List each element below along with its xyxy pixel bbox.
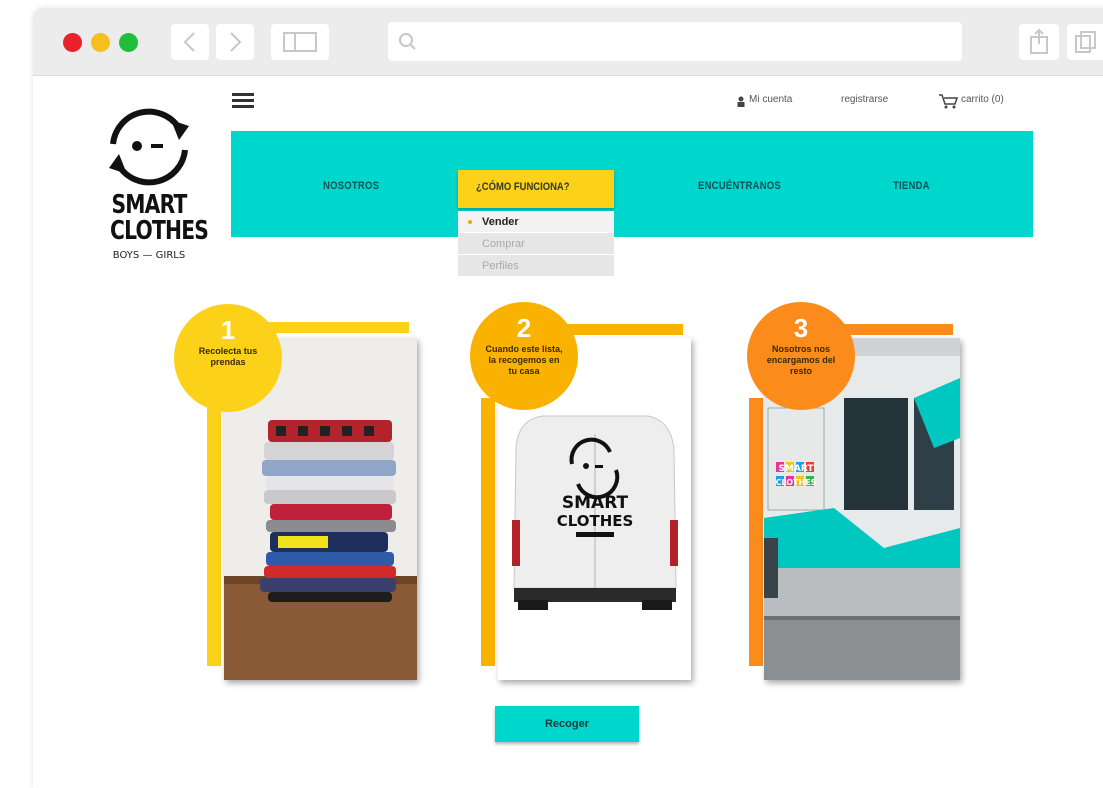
cart-link[interactable]: carrito (0) xyxy=(961,94,1004,105)
user-icon xyxy=(737,96,745,107)
step-badge-2: 2 Cuando este lista, la recogemos en tu … xyxy=(470,302,578,410)
dropdown-item-vender[interactable]: Vender xyxy=(458,211,614,233)
step-badge-3: 3 Nosotros nos encargamos del resto xyxy=(747,302,855,410)
step-description: Cuando este lista, la recogemos en tu ca… xyxy=(485,344,563,376)
step-description: Nosotros nos encargamos del resto xyxy=(766,344,836,376)
step-badge-1: 1 Recolecta tus prendas xyxy=(174,304,282,412)
site-logo[interactable]: SMART CLOTHES BOYS — GIRLS xyxy=(99,104,209,279)
search-icon xyxy=(399,33,416,50)
nav-item-label: ¿CÓMO FUNCIONA? xyxy=(476,181,570,193)
nav-item-encuentranos[interactable]: ENCUÉNTRANOS xyxy=(698,180,781,192)
menu-icon[interactable] xyxy=(232,93,254,109)
chevron-left-icon xyxy=(183,32,195,52)
smiley-logo-icon xyxy=(109,108,189,186)
logo-tagline: BOYS — GIRLS xyxy=(112,250,186,261)
nav-item-tienda[interactable]: TIENDA xyxy=(893,180,930,192)
back-button[interactable] xyxy=(171,24,209,60)
nav-item-como-funciona[interactable]: ¿CÓMO FUNCIONA? xyxy=(458,170,614,208)
close-window-button[interactable] xyxy=(63,33,82,52)
step-description: Recolecta tus prendas xyxy=(198,346,258,367)
register-link[interactable]: registrarse xyxy=(841,94,888,105)
accent-bar xyxy=(749,398,763,666)
dropdown-item-perfiles[interactable]: Perfiles xyxy=(458,255,614,277)
nav-item-nosotros[interactable]: NOSOTROS xyxy=(323,180,379,192)
step-number: 3 xyxy=(793,313,809,343)
step-number: 2 xyxy=(516,313,532,343)
browser-window: SMART CLOTHES BOYS — GIRLS Mi cuenta reg… xyxy=(33,8,1103,788)
dropdown-item-comprar[interactable]: Comprar xyxy=(458,233,614,255)
logo-wordmark-bottom: CLOTHES xyxy=(110,216,209,246)
share-button[interactable] xyxy=(1019,24,1059,60)
browser-toolbar xyxy=(33,8,1103,76)
store-sign-line2: CLOTHES xyxy=(776,478,817,487)
tabs-icon xyxy=(1075,31,1096,53)
new-tab-button[interactable] xyxy=(1067,24,1103,60)
accent-bar xyxy=(481,398,495,666)
accent-bar xyxy=(207,408,221,666)
recoger-button[interactable]: Recoger xyxy=(495,706,639,742)
van-logo-line1: SMART xyxy=(562,493,629,513)
minimize-window-button[interactable] xyxy=(91,33,110,52)
main-nav: NOSOTROS ENCUÉNTRANOS TIENDA xyxy=(231,131,1033,237)
sidebar-toggle-button[interactable] xyxy=(271,24,329,60)
chevron-right-icon xyxy=(230,32,242,52)
share-icon xyxy=(1030,28,1048,54)
forward-button[interactable] xyxy=(216,24,254,60)
cart-icon[interactable] xyxy=(938,93,958,109)
store-sign-line1: SMART xyxy=(778,464,814,474)
address-bar[interactable] xyxy=(388,22,962,61)
my-account-link[interactable]: Mi cuenta xyxy=(749,94,792,105)
step-number: 1 xyxy=(220,315,236,345)
nav-dropdown: Vender Comprar Perfiles xyxy=(458,211,614,277)
sidebar-icon xyxy=(283,32,317,52)
maximize-window-button[interactable] xyxy=(119,33,138,52)
van-logo-line2: CLOTHES xyxy=(557,512,634,530)
